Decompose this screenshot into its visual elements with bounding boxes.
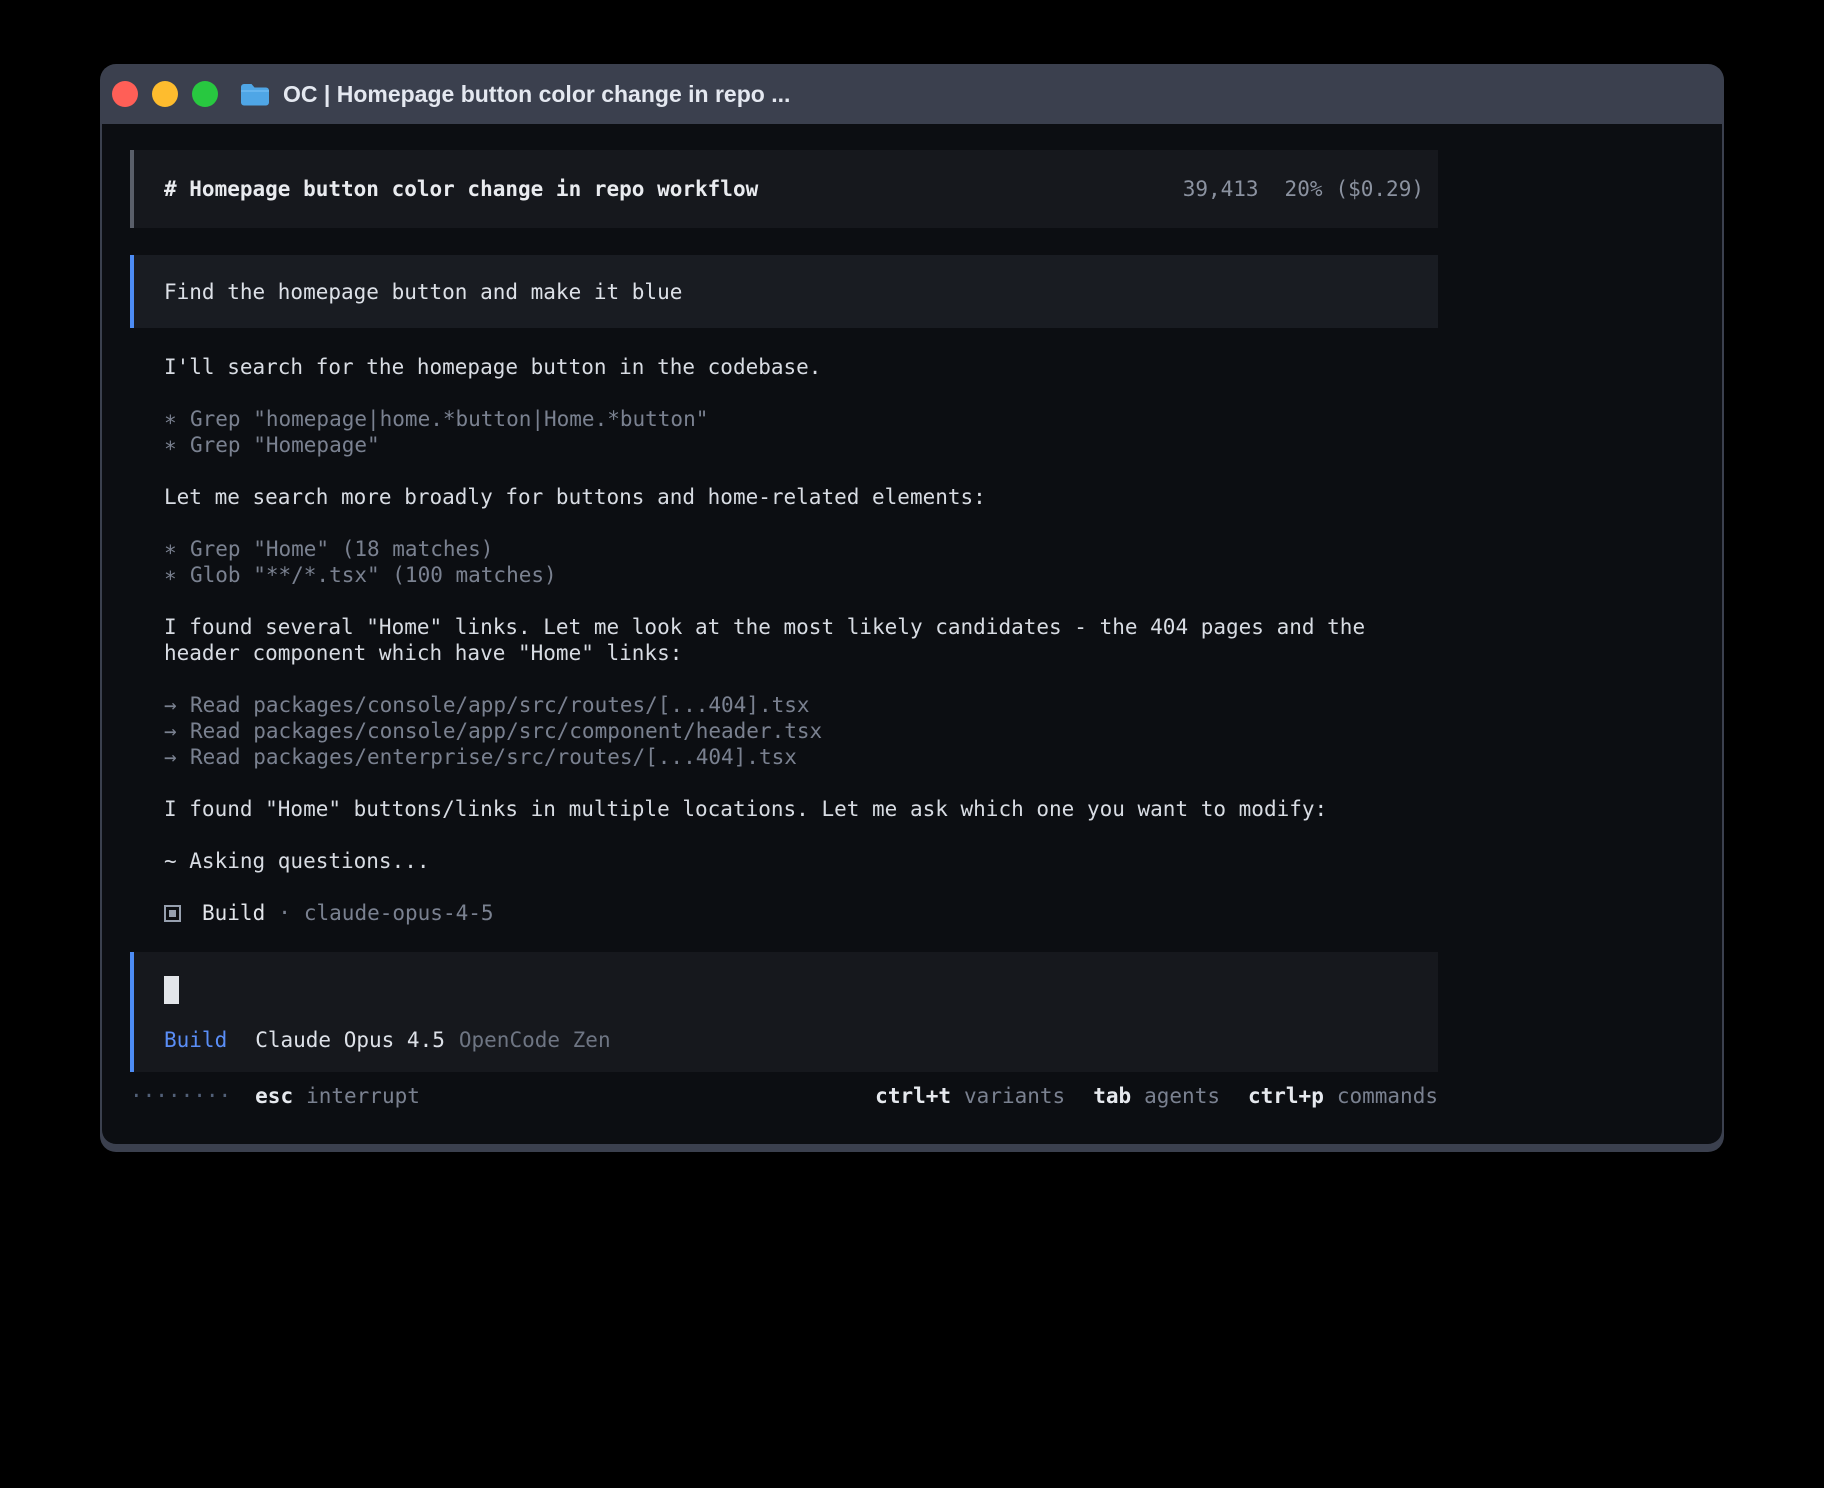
tool-pending-icon: ∗ [164, 536, 177, 562]
agent-model: claude-opus-4-5 [304, 901, 494, 925]
session-title: # Homepage button color change in repo w… [164, 177, 758, 201]
spinner-dots-icon: ········ [130, 1084, 231, 1108]
hint-interrupt: esc interrupt [255, 1084, 420, 1108]
tool-read-arrow-icon: → [164, 744, 177, 770]
status-text: ~ Asking questions... [164, 848, 1438, 874]
assistant-text-line: I'll search for the homepage button in t… [164, 354, 1438, 380]
folder-icon [240, 82, 270, 106]
terminal-content: # Homepage button color change in repo w… [130, 124, 1438, 1110]
tool-call-text: Grep "Home" (18 matches) [190, 537, 493, 561]
hint-agents: tab agents [1093, 1084, 1220, 1108]
user-message-text: Find the homepage button and make it blu… [164, 279, 682, 305]
zoom-button[interactable] [192, 81, 218, 107]
session-stats: 39,413 20% ($0.29) [1183, 177, 1424, 201]
hint-key: ctrl+p [1248, 1084, 1324, 1108]
separator-dot: · [278, 901, 291, 925]
tool-call-line: ∗ Glob "**/*.tsx" (100 matches) [164, 562, 1438, 588]
tool-read-arrow-icon: → [164, 692, 177, 718]
status-line: ~ Asking questions... [164, 848, 1438, 874]
token-count: 39,413 [1183, 177, 1259, 201]
tool-call-text: Read packages/enterprise/src/routes/[...… [190, 745, 797, 769]
tool-call-text: Grep "homepage|home.*button|Home.*button… [190, 407, 708, 431]
agent-name: Build [202, 901, 265, 925]
input-provider-label: OpenCode Zen [459, 1028, 611, 1052]
tool-call-line: ∗ Grep "homepage|home.*button|Home.*butto… [164, 406, 1438, 432]
hint-label: commands [1337, 1084, 1438, 1108]
user-message: Find the homepage button and make it blu… [130, 255, 1438, 328]
assistant-text-line: I found several "Home" links. Let me loo… [164, 614, 1438, 666]
text-cursor [164, 976, 179, 1004]
hint-key: tab [1093, 1084, 1131, 1108]
tool-call-line: → Read packages/console/app/src/component… [164, 718, 1438, 744]
tool-call-group: ∗ Grep "Home" (18 matches) ∗ Glob "**/*.ts… [164, 536, 1438, 588]
context-percent: 20% [1285, 177, 1323, 201]
input-model-label: Claude Opus 4.5 [255, 1028, 445, 1052]
tool-call-group: ∗ Grep "homepage|home.*button|Home.*butto… [164, 406, 1438, 458]
assistant-text: I found "Home" buttons/links in multiple… [164, 796, 1438, 822]
status-bar-left: ········ esc interrupt [130, 1084, 420, 1108]
tool-call-text: Glob "**/*.tsx" (100 matches) [190, 563, 557, 587]
tool-call-line: ∗ Grep "Homepage" [164, 432, 1438, 458]
hint-commands: ctrl+p commands [1248, 1084, 1438, 1108]
tool-call-line: → Read packages/enterprise/src/routes/[..… [164, 744, 1438, 770]
hint-label: interrupt [306, 1084, 420, 1108]
tool-call-line: ∗ Grep "Home" (18 matches) [164, 536, 1438, 562]
status-bar-right: ctrl+t variants tab agents ctrl+p commands [875, 1084, 1438, 1108]
hint-key: ctrl+t [875, 1084, 951, 1108]
terminal-view: # Homepage button color change in repo w… [102, 124, 1722, 1144]
titlebar[interactable]: OC | Homepage button color change in rep… [100, 64, 1724, 124]
session-header: # Homepage button color change in repo w… [130, 150, 1438, 228]
close-button[interactable] [112, 81, 138, 107]
tool-read-arrow-icon: → [164, 718, 177, 744]
hint-key: esc [255, 1084, 293, 1108]
assistant-text-line: I found "Home" buttons/links in multiple… [164, 796, 1438, 822]
tool-call-line: → Read packages/console/app/src/routes/[.… [164, 692, 1438, 718]
prompt-input[interactable]: Build Claude Opus 4.5 OpenCode Zen [130, 952, 1438, 1072]
tool-call-text: Read packages/console/app/src/component/… [190, 719, 822, 743]
conversation: I'll search for the homepage button in t… [130, 328, 1438, 926]
agent-line: Build · claude-opus-4-5 [164, 900, 1438, 926]
session-cost: ($0.29) [1335, 177, 1424, 201]
tool-call-text: Read packages/console/app/src/routes/[..… [190, 693, 810, 717]
tool-call-group: → Read packages/console/app/src/routes/[.… [164, 692, 1438, 770]
hint-variants: ctrl+t variants [875, 1084, 1065, 1108]
input-meta: Build Claude Opus 4.5 OpenCode Zen [164, 1028, 1438, 1052]
minimize-button[interactable] [152, 81, 178, 107]
terminal-window: OC | Homepage button color change in rep… [100, 64, 1724, 1152]
hint-label: variants [964, 1084, 1065, 1108]
input-mode-label: Build [164, 1028, 227, 1052]
tool-call-text: Grep "Homepage" [190, 433, 380, 457]
window-title: OC | Homepage button color change in rep… [283, 81, 790, 108]
assistant-text: Let me search more broadly for buttons a… [164, 484, 1438, 510]
tool-pending-icon: ∗ [164, 406, 177, 432]
agent-square-icon [164, 905, 181, 922]
hint-label: agents [1144, 1084, 1220, 1108]
assistant-text: I'll search for the homepage button in t… [164, 354, 1438, 380]
tool-pending-icon: ∗ [164, 562, 177, 588]
traffic-lights [112, 81, 218, 107]
assistant-text-line: Let me search more broadly for buttons a… [164, 484, 1438, 510]
status-bar: ········ esc interrupt ctrl+t variants tab… [130, 1082, 1438, 1110]
assistant-text: I found several "Home" links. Let me loo… [164, 614, 1438, 666]
tool-pending-icon: ∗ [164, 432, 177, 458]
